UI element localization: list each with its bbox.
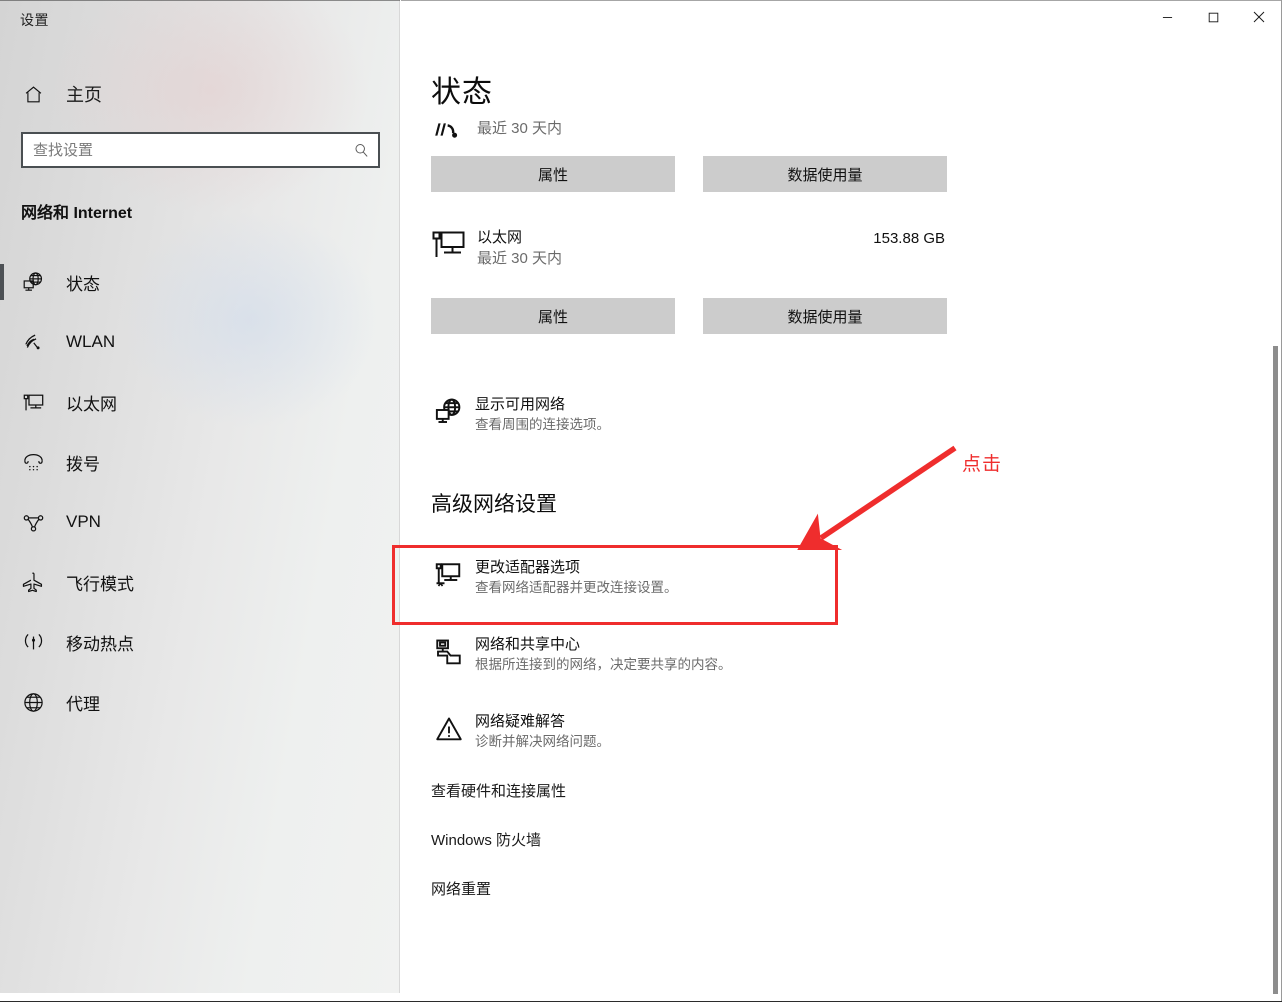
entry-text-group: 更改适配器选项 查看网络适配器并更改连接设置。	[475, 557, 678, 598]
settings-window: 设置 主页 网络和 Internet	[0, 0, 1282, 1002]
vpn-icon	[16, 511, 50, 534]
network-text-group: 以太网 最近 30 天内	[477, 228, 562, 270]
search-box[interactable]	[21, 132, 380, 168]
network-data-usage-value: 153.88 GB	[873, 230, 945, 247]
ethernet-monitor-icon	[423, 228, 475, 260]
data-usage-button[interactable]: 数据使用量	[703, 298, 947, 334]
entry-description: 诊断并解决网络问题。	[475, 734, 610, 749]
show-available-networks-entry[interactable]: 显示可用网络 查看周围的连接选项。	[401, 394, 1282, 435]
main-content: 状态 最近 30 天内 属性 数据使用量 以太网 最近 30 天内 153.88…	[401, 0, 1282, 993]
network-block-ethernet: 以太网 最近 30 天内 153.88 GB 属性 数据使用量	[401, 228, 1282, 334]
sidebar-item-vpn[interactable]: VPN	[0, 492, 400, 552]
network-subtitle: 最近 30 天内	[477, 250, 563, 267]
advanced-settings-heading: 高级网络设置	[431, 493, 557, 516]
network-text-group: 最近 30 天内	[477, 118, 562, 140]
airplane-icon	[16, 571, 50, 594]
content-scrollbar[interactable]	[1271, 1, 1281, 994]
network-summary: 最近 30 天内	[401, 118, 1282, 142]
network-actions: 属性 数据使用量	[431, 156, 947, 192]
maximize-icon	[1208, 12, 1218, 22]
entry-title: 显示可用网络	[475, 396, 566, 413]
selection-indicator	[0, 264, 4, 300]
entry-title: 网络疑难解答	[475, 713, 566, 730]
entry-text-group: 显示可用网络 查看周围的连接选项。	[475, 394, 610, 435]
link-hardware-connection-properties[interactable]: 查看硬件和连接属性	[431, 780, 566, 801]
data-usage-button[interactable]: 数据使用量	[703, 156, 947, 192]
ethernet-icon	[16, 391, 50, 414]
sidebar: 设置 主页 网络和 Internet	[0, 0, 400, 993]
phone-dial-icon	[16, 451, 50, 474]
warning-triangle-icon	[423, 711, 475, 744]
sidebar-item-dialup[interactable]: 拨号	[0, 432, 400, 492]
change-adapter-options-entry[interactable]: 更改适配器选项 查看网络适配器并更改连接设置。	[401, 557, 1282, 598]
sidebar-item-status-label: 状态	[66, 274, 100, 294]
sidebar-item-wlan-label: WLAN	[66, 332, 116, 351]
sidebar-item-status[interactable]: 状态	[0, 252, 400, 312]
entry-description: 根据所连接到的网络，决定要共享的内容。	[475, 657, 732, 672]
entry-description: 查看周围的连接选项。	[475, 417, 610, 432]
entry-title: 更改适配器选项	[475, 559, 581, 576]
sidebar-item-mobile-hotspot-label: 移动热点	[66, 634, 134, 654]
maximize-button[interactable]	[1190, 0, 1236, 34]
globe-monitor-icon	[423, 394, 475, 427]
entry-text-group: 网络和共享中心 根据所连接到的网络，决定要共享的内容。	[475, 634, 732, 675]
home-icon	[16, 84, 50, 105]
sidebar-item-ethernet-label: 以太网	[66, 394, 117, 414]
link-network-reset[interactable]: 网络重置	[431, 878, 491, 899]
entry-text-group: 网络疑难解答 诊断并解决网络问题。	[475, 711, 610, 752]
window-title: 设置	[20, 12, 49, 28]
network-sharing-center-entry[interactable]: 网络和共享中心 根据所连接到的网络，决定要共享的内容。	[401, 634, 1282, 675]
titlebar-buttons	[1144, 0, 1282, 34]
sidebar-item-home-label: 主页	[66, 85, 102, 105]
share-center-icon	[423, 634, 475, 667]
close-icon	[1253, 11, 1265, 23]
network-block-wifi: 最近 30 天内 属性 数据使用量	[401, 118, 1282, 192]
sidebar-item-vpn-label: VPN	[66, 512, 101, 531]
network-summary: 以太网 最近 30 天内 153.88 GB	[401, 228, 1282, 270]
globe-icon	[16, 691, 50, 714]
sidebar-category-title: 网络和 Internet	[21, 205, 133, 222]
sidebar-nav-list: 状态 WLAN 以太网 拨号 VPN 飞行模式 移动热点 代理	[0, 252, 400, 732]
entry-description: 查看网络适配器并更改连接设置。	[475, 580, 678, 595]
sidebar-item-wlan[interactable]: WLAN	[0, 312, 400, 372]
globe-monitor-icon	[16, 271, 50, 294]
entry-title: 网络和共享中心	[475, 636, 581, 653]
window-top-border	[0, 0, 400, 1]
network-troubleshooter-entry[interactable]: 网络疑难解答 诊断并解决网络问题。	[401, 711, 1282, 752]
network-name: 以太网	[477, 229, 523, 246]
minimize-button[interactable]	[1144, 0, 1190, 34]
properties-button[interactable]: 属性	[431, 298, 675, 334]
annotation-click-label: 点击	[962, 454, 1003, 475]
search-input[interactable]	[23, 134, 344, 166]
link-windows-firewall[interactable]: Windows 防火墙	[431, 829, 541, 850]
network-actions: 属性 数据使用量	[431, 298, 947, 334]
scrollbar-thumb[interactable]	[1273, 346, 1278, 994]
minimize-icon	[1162, 16, 1172, 18]
wifi-icon	[16, 331, 50, 354]
wifi-signal-icon	[423, 118, 475, 142]
sidebar-item-mobile-hotspot[interactable]: 移动热点	[0, 612, 400, 672]
properties-button[interactable]: 属性	[431, 156, 675, 192]
sidebar-item-airplane-mode-label: 飞行模式	[66, 574, 134, 594]
sidebar-item-proxy[interactable]: 代理	[0, 672, 400, 732]
search-icon[interactable]	[344, 134, 378, 166]
adapter-monitor-icon	[423, 557, 475, 590]
sidebar-item-ethernet[interactable]: 以太网	[0, 372, 400, 432]
hotspot-icon	[16, 631, 50, 654]
page-title: 状态	[431, 76, 493, 109]
sidebar-item-proxy-label: 代理	[66, 694, 100, 714]
sidebar-item-dialup-label: 拨号	[66, 454, 100, 474]
sidebar-item-airplane-mode[interactable]: 飞行模式	[0, 552, 400, 612]
network-subtitle: 最近 30 天内	[477, 120, 563, 137]
sidebar-item-home[interactable]: 主页	[0, 74, 400, 114]
